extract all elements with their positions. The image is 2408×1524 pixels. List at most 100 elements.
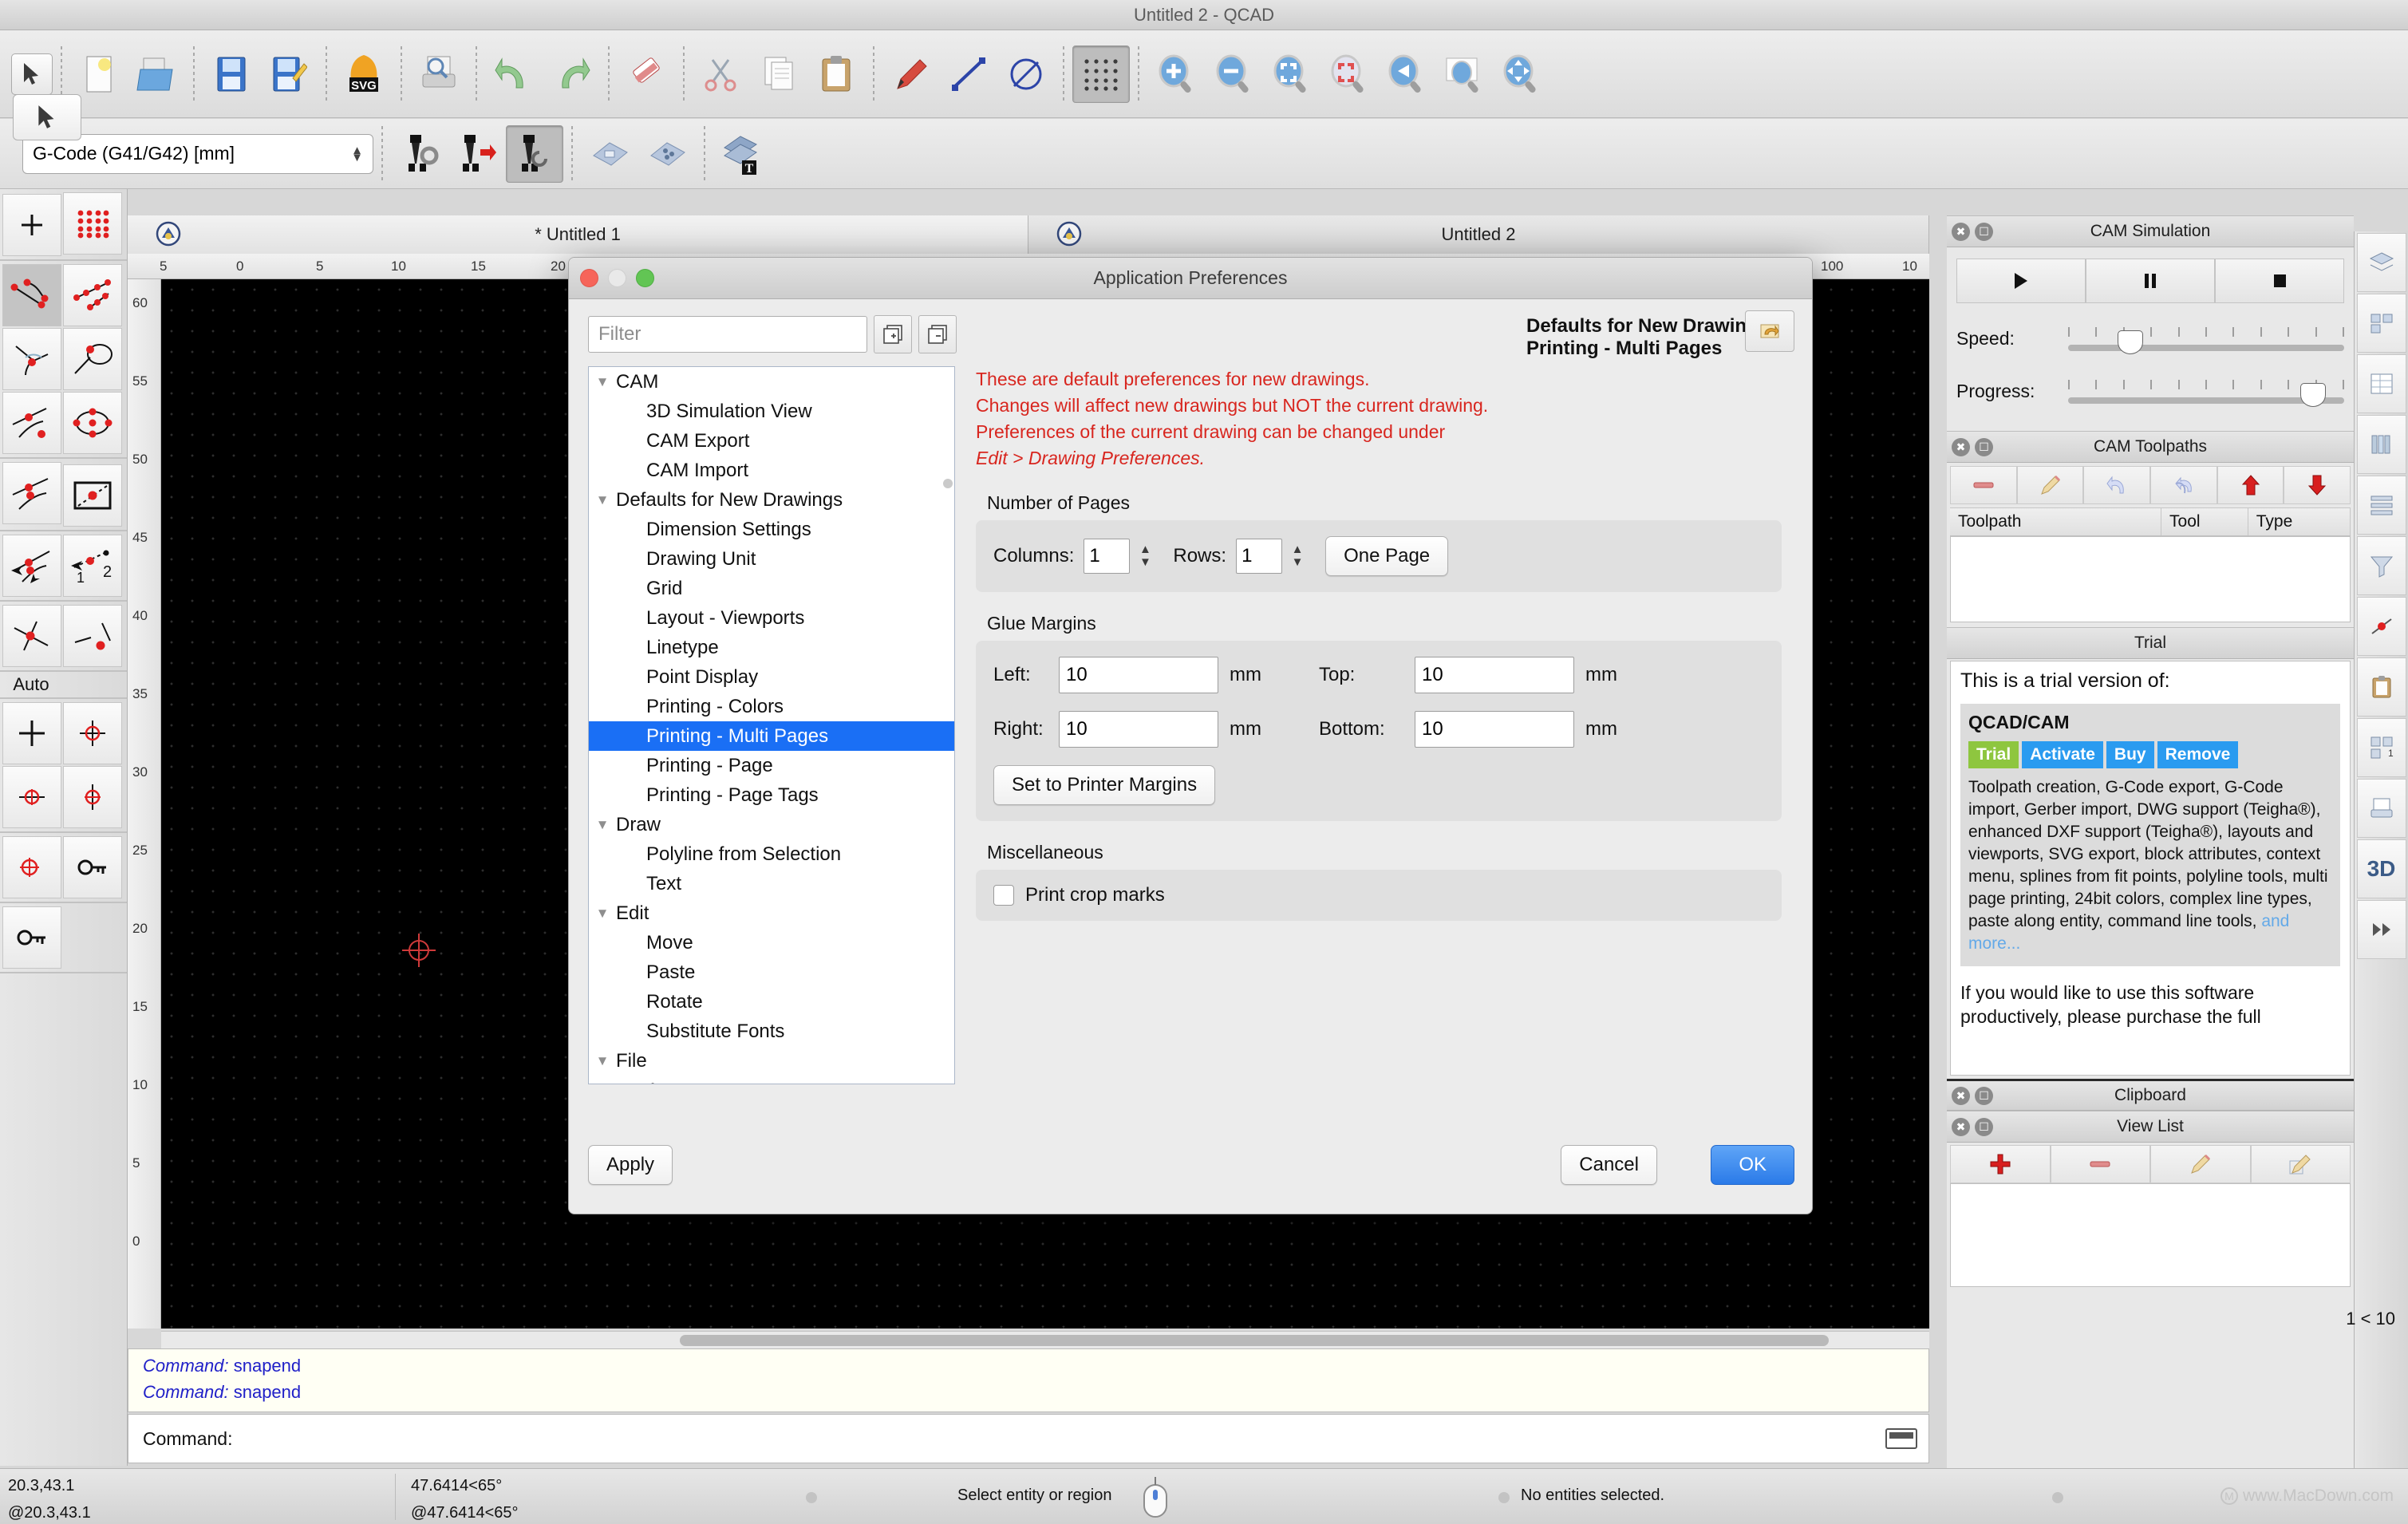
eraser-button[interactable] <box>618 45 675 103</box>
redo-button[interactable] <box>543 45 600 103</box>
view-list-button[interactable] <box>2356 476 2406 535</box>
move-down-button[interactable] <box>2284 466 2351 504</box>
snap-middle-button[interactable] <box>63 328 122 390</box>
close-icon[interactable]: ✖ <box>1952 1117 1970 1136</box>
close-icon[interactable]: ✖ <box>1952 437 1970 456</box>
tree-item-layout-viewports[interactable]: Layout - Viewports <box>589 603 954 633</box>
maximize-icon[interactable] <box>636 269 654 287</box>
cam-configure-button[interactable] <box>391 125 448 183</box>
secondary-pointer-tool-button[interactable] <box>13 94 81 140</box>
snap-point-on-line-button[interactable] <box>63 605 122 667</box>
tree-item-cam-import[interactable]: CAM Import <box>589 456 954 485</box>
collapse-all-button[interactable] <box>918 315 957 353</box>
scrollbar-thumb[interactable] <box>943 479 953 488</box>
tree-item-move[interactable]: Move <box>589 928 954 957</box>
expand-all-button[interactable] <box>874 315 912 353</box>
move-up-button[interactable] <box>2217 466 2284 504</box>
clipboard-button[interactable] <box>2356 657 2406 717</box>
preferences-tree[interactable]: ▼ CAM 3D Simulation View CAM Export CAM I… <box>588 366 955 1084</box>
tree-item-file[interactable]: ▼ File <box>589 1046 954 1076</box>
zoom-previous-button[interactable] <box>1377 45 1435 103</box>
edit-view-button[interactable] <box>2150 1145 2251 1183</box>
tree-scrollbar[interactable] <box>943 479 953 535</box>
tree-item-printing-page[interactable]: Printing - Page <box>589 751 954 780</box>
snap-endpoint-button[interactable] <box>2 264 61 326</box>
cam-export-button[interactable] <box>448 125 506 183</box>
rows-stepper[interactable]: ▲ ▼ <box>1287 539 1308 574</box>
speed-slider[interactable] <box>2068 321 2344 356</box>
tree-item-cam-export[interactable]: CAM Export <box>589 426 954 456</box>
reapply-toolpath-button[interactable] <box>2150 466 2217 504</box>
command-input[interactable]: Command: <box>128 1414 1929 1463</box>
tree-item-point-display[interactable]: Point Display <box>589 662 954 692</box>
snap-relative-zero-button[interactable] <box>2 836 61 898</box>
stop-button[interactable] <box>2215 259 2344 303</box>
property-editor-button[interactable] <box>2356 354 2406 413</box>
grid-toggle-button[interactable] <box>1072 45 1130 103</box>
print-crop-marks-checkbox[interactable] <box>993 885 1014 906</box>
restrict-orthogonal-button[interactable] <box>63 702 122 764</box>
tree-item-draw[interactable]: ▼ Draw <box>589 810 954 839</box>
one-page-button[interactable]: One Page <box>1325 536 1449 576</box>
filter-button[interactable] <box>2356 536 2406 595</box>
top-margin-input[interactable]: 10 <box>1414 657 1574 693</box>
snap-on-entity-button[interactable] <box>63 264 122 326</box>
copy-button[interactable] <box>750 45 807 103</box>
tree-item-edit[interactable]: ▼ Edit <box>589 898 954 928</box>
snap-grid-button[interactable] <box>63 192 122 255</box>
license-trial-button[interactable]: Trial <box>1968 741 2019 768</box>
save-as-file-button[interactable] <box>260 45 318 103</box>
chevron-down-icon[interactable]: ▼ <box>589 817 616 833</box>
zoom-out-button[interactable] <box>1205 45 1262 103</box>
tree-item-printing-colors[interactable]: Printing - Colors <box>589 692 954 721</box>
print-preview-side-button[interactable] <box>2356 779 2406 838</box>
minimize-icon[interactable] <box>608 269 626 287</box>
edit-toolpath-button[interactable] <box>2016 466 2084 504</box>
tree-item-3d-simulation-view[interactable]: 3D Simulation View <box>589 397 954 426</box>
apply-button[interactable]: Apply <box>588 1145 673 1185</box>
cam-simulate-button[interactable] <box>506 124 563 183</box>
circle-tool-button[interactable] <box>997 45 1055 103</box>
snap-intersection-manual-button[interactable] <box>2 605 61 667</box>
float-icon[interactable]: ☐ <box>1975 1086 1993 1105</box>
scrollbar-thumb[interactable] <box>680 1335 1829 1346</box>
close-icon[interactable]: ✖ <box>1952 222 1970 241</box>
tree-item-drawing-unit[interactable]: Drawing Unit <box>589 544 954 574</box>
restrict-off-button[interactable] <box>2 702 61 764</box>
layer-list-button[interactable] <box>2356 233 2406 292</box>
3d-solid-button[interactable] <box>581 125 638 183</box>
float-icon[interactable]: ☐ <box>1975 1117 1993 1136</box>
3d-view-button[interactable]: 3D <box>2356 839 2406 898</box>
restrict-horizontal-button[interactable] <box>2 766 61 828</box>
snap-settings-button[interactable] <box>2356 597 2406 656</box>
close-icon[interactable]: ✖ <box>1952 1086 1970 1105</box>
snap-tangential-button[interactable] <box>63 392 122 454</box>
tab-untitled-1[interactable]: * Untitled 1 <box>128 215 1028 254</box>
slider-knob[interactable] <box>2299 383 2326 407</box>
snap-distance-button[interactable] <box>2 535 61 597</box>
tree-item-grid[interactable]: Grid <box>589 574 954 603</box>
zoom-fit-button[interactable] <box>1262 45 1320 103</box>
undo-button[interactable] <box>485 45 543 103</box>
tree-item-printing-multi-pages[interactable]: Printing - Multi Pages <box>589 721 954 751</box>
tree-item-rotate[interactable]: Rotate <box>589 987 954 1017</box>
cancel-button[interactable]: Cancel <box>1561 1145 1657 1185</box>
pause-button[interactable] <box>2086 259 2215 303</box>
chevron-down-icon[interactable]: ▼ <box>589 374 616 390</box>
play-button[interactable] <box>1956 259 2086 303</box>
expand-toolbar-button[interactable] <box>2356 900 2406 959</box>
right-margin-input[interactable]: 10 <box>1059 711 1218 748</box>
keyboard-icon[interactable] <box>1885 1428 1917 1449</box>
tree-item-cam[interactable]: ▼ CAM <box>589 367 954 397</box>
library-browser-button[interactable] <box>2356 415 2406 474</box>
snap-distance-manual-button[interactable]: 12 <box>63 535 122 597</box>
set-to-printer-margins-button[interactable]: Set to Printer Margins <box>993 765 1216 805</box>
svg-export-button[interactable]: SVG <box>335 45 393 103</box>
restrict-vertical-button[interactable] <box>63 766 122 828</box>
tree-item-dimension-settings[interactable]: Dimension Settings <box>589 515 954 544</box>
tool-matrix-button[interactable]: 1 <box>2356 718 2406 777</box>
columns-stepper[interactable]: ▲ ▼ <box>1135 539 1155 574</box>
tree-item-paste[interactable]: Paste <box>589 957 954 987</box>
snap-center-button[interactable] <box>2 328 61 390</box>
pen-tool-button[interactable] <box>882 45 940 103</box>
